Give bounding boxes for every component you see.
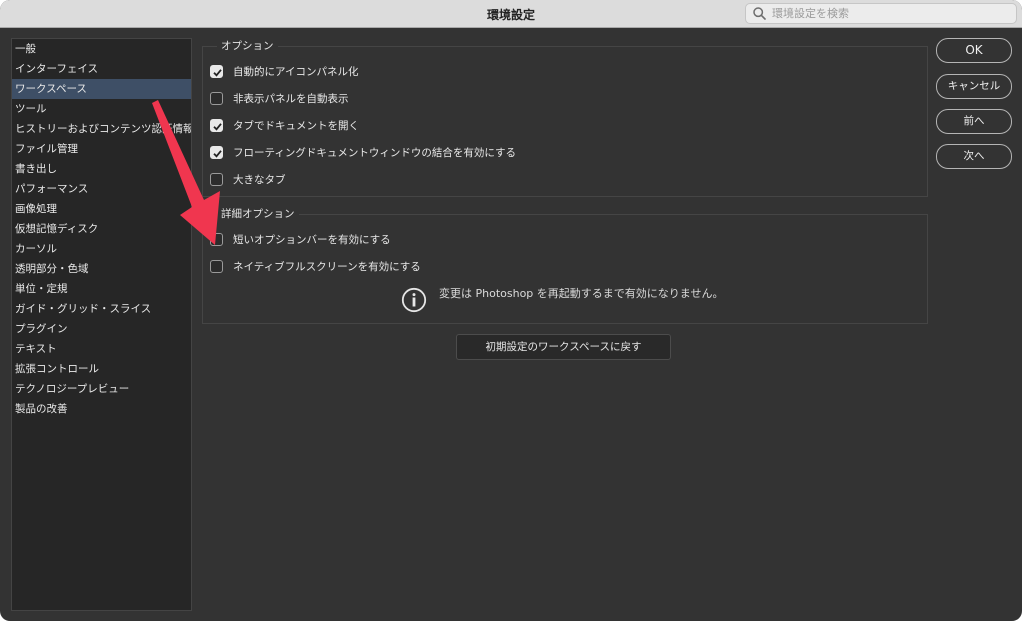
prev-button[interactable]: 前へ — [936, 109, 1012, 134]
sidebar-item-product-improvement[interactable]: 製品の改善 — [12, 399, 191, 419]
options-group-title: オプション — [217, 39, 278, 53]
advanced-group-title: 詳細オプション — [217, 207, 299, 221]
search-box[interactable] — [745, 3, 1017, 24]
option-label: 短いオプションバーを有効にする — [233, 234, 391, 246]
preferences-window: 環境設定 一般 インターフェイス ワークスペース ツール ヒストリーおよびコンテ… — [0, 0, 1022, 621]
restart-notice: 変更は Photoshop を再起動するまで有効になりません。 — [439, 287, 724, 300]
sidebar-item-transparency-gamut[interactable]: 透明部分・色域 — [12, 259, 191, 279]
checkbox-native-fullscreen[interactable] — [210, 260, 223, 273]
option-label: 大きなタブ — [233, 174, 286, 186]
search-icon — [753, 7, 766, 23]
sidebar-item-units-rulers[interactable]: 単位・定規 — [12, 279, 191, 299]
advanced-options-group: 詳細オプション 短いオプションバーを有効にする ネイティブフルスクリーンを有効に… — [202, 207, 928, 324]
sidebar-item-interface[interactable]: インターフェイス — [12, 59, 191, 79]
option-label: ネイティブフルスクリーンを有効にする — [233, 261, 421, 273]
sidebar-item-type[interactable]: テキスト — [12, 339, 191, 359]
checkbox-auto-collapse-panels[interactable] — [210, 65, 223, 78]
restore-default-workspace-button[interactable]: 初期設定のワークスペースに戻す — [456, 334, 671, 360]
option-label: フローティングドキュメントウィンドウの結合を有効にする — [233, 147, 516, 159]
sidebar-item-workspace[interactable]: ワークスペース — [12, 79, 191, 99]
sidebar-item-general[interactable]: 一般 — [12, 39, 191, 59]
option-label: タブでドキュメントを開く — [233, 120, 359, 132]
sidebar-item-guides-grid-slices[interactable]: ガイド・グリッド・スライス — [12, 299, 191, 319]
option-label: 非表示パネルを自動表示 — [233, 93, 349, 105]
sidebar-item-enhanced-controls[interactable]: 拡張コントロール — [12, 359, 191, 379]
sidebar-item-technology-previews[interactable]: テクノロジープレビュー — [12, 379, 191, 399]
sidebar-item-plugins[interactable]: プラグイン — [12, 319, 191, 339]
title-bar: 環境設定 — [0, 0, 1022, 28]
search-input[interactable] — [772, 5, 1012, 22]
option-label: 自動的にアイコンパネル化 — [233, 66, 359, 78]
cancel-button[interactable]: キャンセル — [936, 74, 1012, 99]
options-group: オプション 自動的にアイコンパネル化 非表示パネルを自動表示 タブでドキュメント… — [202, 39, 928, 197]
next-button[interactable]: 次へ — [936, 144, 1012, 169]
info-icon — [401, 287, 427, 313]
annotation-arrow-icon — [152, 100, 220, 245]
ok-button[interactable]: OK — [936, 38, 1012, 63]
